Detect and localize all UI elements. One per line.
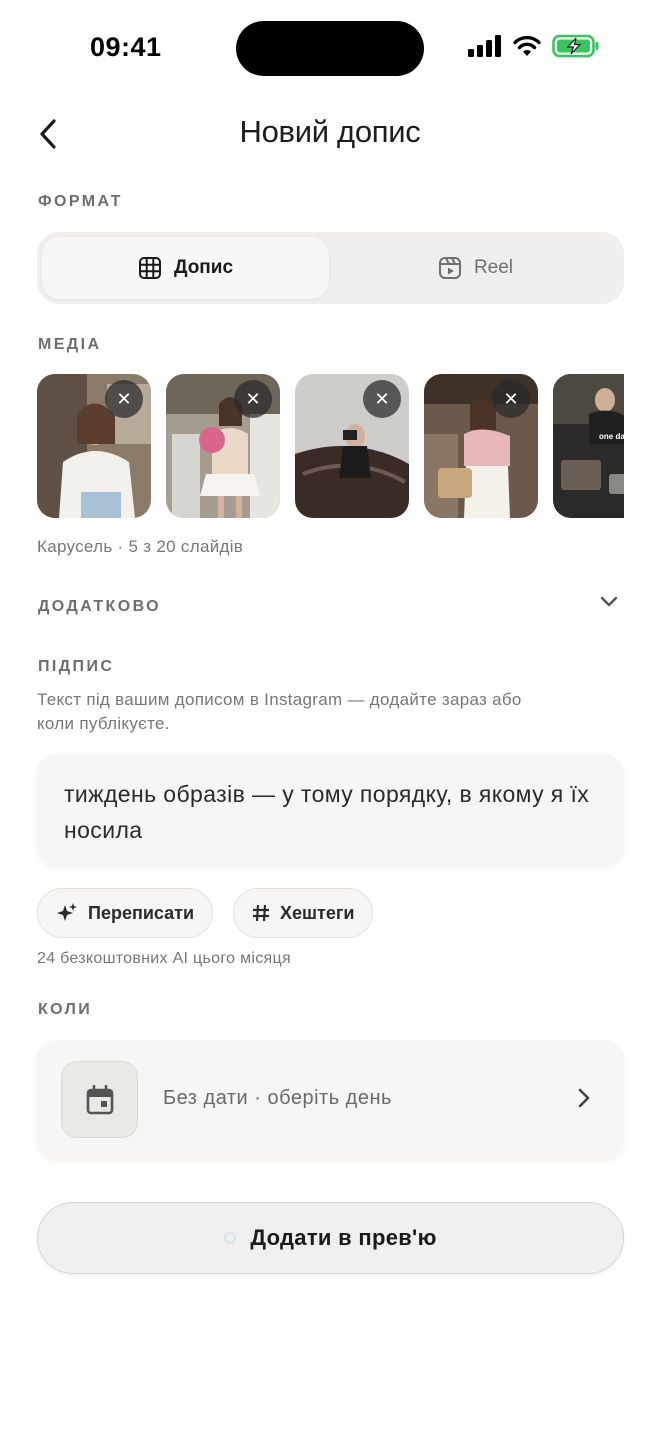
- format-section-label: ФОРМАТ: [38, 193, 123, 210]
- hashtag-icon: [253, 904, 269, 922]
- format-option-post-label: Допис: [173, 257, 234, 278]
- status-time: 09:41: [90, 32, 162, 62]
- chevron-down-icon[interactable]: [600, 596, 618, 608]
- format-option-reel-label: Reel: [473, 257, 514, 278]
- remove-media-button[interactable]: ✕: [234, 380, 272, 418]
- media-summary: Карусель · 5 з 20 слайдів: [37, 537, 244, 556]
- when-section-label: КОЛИ: [38, 1001, 93, 1018]
- format-segmented-control: Допис Reel: [37, 232, 624, 304]
- media-thumbnail[interactable]: ✕: [295, 374, 409, 518]
- thumbnail-overlay-text: one day: [599, 432, 624, 441]
- format-option-reel[interactable]: Reel: [332, 237, 619, 299]
- status-icons: [468, 34, 600, 58]
- sparkles-icon: [57, 903, 77, 921]
- remove-media-button[interactable]: ✕: [363, 380, 401, 418]
- media-carousel[interactable]: ✕ ✕ ✕ ✕ one da: [37, 374, 624, 518]
- caption-section-label: ПІДПИС: [38, 658, 115, 675]
- chevron-right-icon: [578, 1088, 590, 1108]
- loading-spinner-icon: [224, 1232, 237, 1244]
- media-thumbnail[interactable]: one day: [553, 374, 624, 518]
- grid-icon: [138, 257, 161, 279]
- ai-quota-text: 24 безкоштовних AI цього місяця: [37, 950, 291, 967]
- rewrite-button-label: Переписати: [88, 902, 195, 923]
- date-value: Без дати · оберіть день: [163, 1087, 392, 1109]
- date-picker-row[interactable]: Без дати · оберіть день: [37, 1040, 624, 1160]
- caption-hint-line2: коли публікуєте.: [37, 714, 170, 733]
- cellular-signal-icon: [468, 35, 501, 57]
- format-option-post[interactable]: Допис: [42, 237, 329, 299]
- battery-charging-icon: [552, 34, 599, 58]
- extra-section-toggle[interactable]: ДОДАТКОВО: [38, 598, 161, 616]
- photo-thumbnail-image: [553, 374, 624, 518]
- wifi-icon: [513, 35, 541, 56]
- close-icon: ✕: [245, 389, 261, 409]
- media-thumbnail[interactable]: ✕: [37, 374, 151, 518]
- rewrite-button[interactable]: Переписати: [37, 888, 214, 938]
- page-title: Новий допис: [239, 114, 421, 149]
- add-to-preview-button[interactable]: Додати в прев'ю: [37, 1202, 624, 1274]
- media-thumbnail[interactable]: ✕: [424, 374, 538, 518]
- calendar-icon-box: [61, 1061, 138, 1138]
- caption-textarea[interactable]: тиждень образів — у тому порядку, в яком…: [37, 754, 624, 866]
- add-to-preview-label: Додати в прев'ю: [250, 1225, 437, 1250]
- close-icon: ✕: [503, 389, 519, 409]
- caption-hint-line1: Текст під вашим дописом в Instagram — до…: [37, 690, 522, 709]
- media-thumbnail[interactable]: ✕: [166, 374, 280, 518]
- remove-media-button[interactable]: ✕: [492, 380, 530, 418]
- close-icon: ✕: [374, 389, 390, 409]
- reel-icon: [438, 257, 461, 279]
- close-icon: ✕: [116, 389, 132, 409]
- calendar-icon: [86, 1084, 113, 1114]
- dynamic-island: [236, 21, 424, 76]
- hashtags-button[interactable]: Хештеги: [233, 888, 374, 938]
- remove-media-button[interactable]: ✕: [105, 380, 143, 418]
- hashtags-button-label: Хештеги: [280, 902, 355, 923]
- media-section-label: МЕДІА: [38, 336, 102, 353]
